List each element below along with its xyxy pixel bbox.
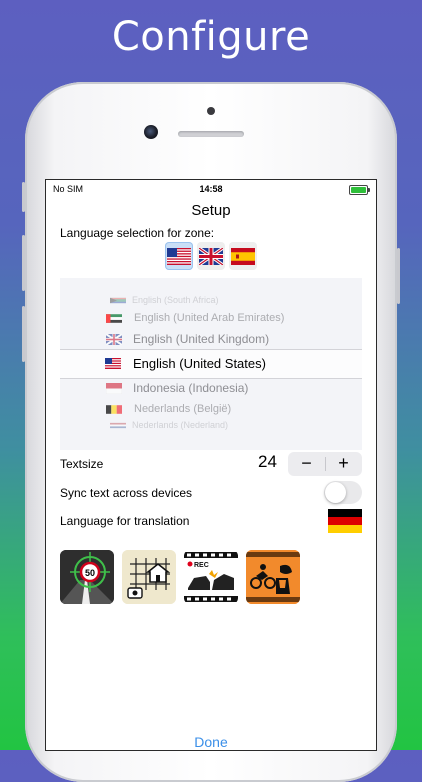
- phone-power-button: [397, 248, 400, 304]
- picker-item[interactable]: English (South Africa): [60, 290, 362, 310]
- sync-label: Sync text across devices: [60, 486, 193, 500]
- textsize-increase-button[interactable]: +: [325, 452, 362, 476]
- picker-item[interactable]: English (United Arab Emirates): [60, 308, 362, 328]
- battery-icon: [349, 185, 370, 195]
- zone-flag-uk-button[interactable]: [197, 242, 225, 270]
- dashcam-rec-app-icon[interactable]: REC: [184, 550, 238, 604]
- zone-flag-spain-button[interactable]: [229, 242, 257, 270]
- done-button[interactable]: Done: [46, 734, 376, 750]
- zone-flag-us-button[interactable]: [165, 242, 193, 270]
- picker-item[interactable]: English (United Kingdom): [60, 329, 362, 349]
- sports-app-icon[interactable]: [246, 550, 300, 604]
- front-camera-icon: [144, 125, 158, 139]
- marketing-headline: Configure: [111, 14, 311, 60]
- textsize-value: 24: [258, 452, 277, 471]
- translation-label: Language for translation: [60, 514, 190, 528]
- app-screen: No SIM 14:58 Setup Language selection fo…: [46, 180, 376, 750]
- phone-volume-down: [22, 306, 25, 362]
- language-picker[interactable]: English (South Africa) English (United A…: [60, 278, 362, 450]
- phone-volume-up: [22, 235, 25, 291]
- speed-camera-app-icon[interactable]: 50: [60, 550, 114, 604]
- zone-language-label: Language selection for zone:: [60, 226, 215, 240]
- picker-item[interactable]: Nederlands (Nederland): [60, 415, 362, 435]
- status-bar: No SIM 14:58: [46, 184, 376, 198]
- uk-flag-icon: [199, 247, 223, 265]
- textsize-decrease-button[interactable]: −: [288, 452, 325, 476]
- status-time: 14:58: [199, 184, 223, 194]
- zone-flag-selector: [165, 242, 257, 272]
- spain-flag-icon: [231, 247, 255, 265]
- sync-row: Sync text across devices: [60, 481, 362, 505]
- toggle-knob: [325, 482, 346, 503]
- phone-silent-switch: [22, 182, 25, 212]
- uk-flag-icon: [106, 333, 122, 345]
- uae-flag-icon: [106, 313, 122, 323]
- south-africa-flag-icon: [110, 297, 126, 303]
- earpiece-speaker: [178, 131, 244, 137]
- textsize-row: Textsize 24 − +: [60, 452, 362, 476]
- us-flag-icon: [167, 247, 191, 265]
- germany-flag-icon[interactable]: [328, 509, 362, 533]
- us-flag-icon: [105, 357, 121, 369]
- home-grid-app-icon[interactable]: [122, 550, 176, 604]
- page-title: Setup: [191, 202, 231, 219]
- textsize-stepper: − +: [288, 452, 362, 476]
- indonesia-flag-icon: [106, 382, 122, 394]
- speed-limit-value: 50: [85, 568, 95, 578]
- picker-item[interactable]: Indonesia (Indonesia): [60, 378, 362, 398]
- textsize-label: Textsize: [60, 457, 104, 471]
- sync-toggle[interactable]: [324, 481, 362, 504]
- translation-row: Language for translation: [60, 509, 362, 533]
- picker-item-selected[interactable]: English (United States): [60, 353, 362, 373]
- related-apps: 50 REC: [60, 550, 300, 604]
- rec-badge: REC: [194, 562, 209, 569]
- belgium-flag-icon: [106, 404, 122, 414]
- netherlands-flag-icon: [110, 422, 126, 428]
- proximity-sensor: [207, 107, 215, 115]
